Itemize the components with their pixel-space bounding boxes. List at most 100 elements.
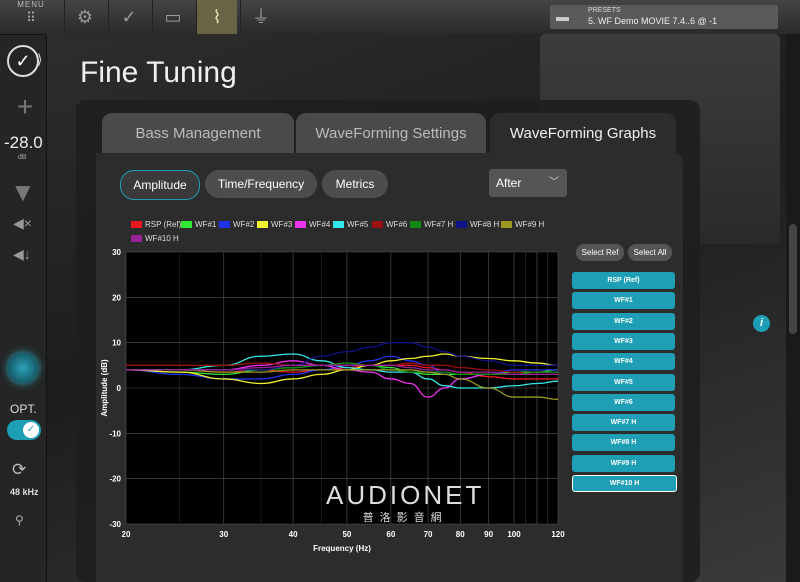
watermark-line1: AUDIONET [326, 480, 485, 510]
legend-item: WF#5 [333, 220, 368, 229]
channel-button[interactable]: WF#6 [572, 393, 675, 411]
x-tick-label: 70 [424, 530, 433, 539]
legend-label: WF#5 [347, 220, 369, 229]
channel-button[interactable]: WF#1 [572, 292, 675, 310]
tab-bass-management[interactable]: Bass Management [102, 113, 294, 155]
x-tick-label: 60 [386, 530, 395, 539]
legend-label: RSP (Ref) [145, 220, 182, 229]
legend-item: WF#2 [219, 220, 254, 229]
legend-swatch [501, 221, 512, 229]
volume-value: -28.0 [4, 133, 43, 152]
sync-icon: ⟳ [12, 460, 27, 479]
graph-icon[interactable]: ⌇ [196, 0, 237, 34]
select-ref-button[interactable]: Select Ref [576, 244, 624, 261]
channel-button[interactable]: WF#9 H [572, 454, 675, 472]
amplitude-button[interactable]: Amplitude [120, 170, 200, 200]
legend-label: WF#9 H [515, 220, 545, 229]
legend-item: WF#1 [181, 220, 216, 229]
volume-unit: dB [18, 154, 27, 161]
x-tick-label: 100 [507, 530, 521, 539]
legend-label: WF#2 [233, 220, 255, 229]
check-icon[interactable]: ✓ [108, 0, 149, 34]
watermark-line2: 普洛影音網 [362, 512, 448, 524]
menu-button[interactable]: MENU ⠿ [0, 0, 62, 34]
check-icon: ✓ [23, 422, 39, 438]
legend-swatch [372, 221, 383, 229]
menu-label: MENU [17, 0, 45, 9]
legend-item: WF#3 [257, 220, 292, 229]
x-tick-label: 80 [456, 530, 465, 539]
legend-item: WF#6 [372, 220, 407, 229]
legend-swatch [410, 221, 421, 229]
channel-button[interactable]: WF#3 [572, 332, 675, 350]
tab-waveforming-settings[interactable]: WaveForming Settings [296, 113, 486, 155]
legend-swatch [131, 221, 142, 229]
logo-icon[interactable]: ✓ [7, 45, 39, 77]
legend-swatch [219, 221, 230, 229]
select-all-button[interactable]: Select All [628, 244, 672, 261]
x-tick-label: 20 [122, 530, 131, 539]
channel-button[interactable]: RSP (Ref) [572, 272, 675, 289]
y-tick-label: -30 [109, 520, 121, 529]
page-title: Fine Tuning [80, 56, 237, 89]
presets-label: PRESETS [588, 7, 621, 14]
input-label: OPT. [10, 402, 37, 416]
legend-label: WF#1 [195, 220, 217, 229]
sample-rate: 48 kHz [10, 487, 39, 497]
gear-icon[interactable]: ⚙ [64, 0, 105, 34]
scrollbar[interactable] [786, 34, 800, 582]
antenna-icon: ⚲ [15, 513, 24, 527]
left-sidebar: ✓ ⟩ + -28.0 dB ▼ ◀× ◀↓ OPT. ✓ ⟳ 48 kHz ⚲ [0, 35, 47, 582]
y-tick-label: 0 [117, 384, 122, 393]
folder-icon: ▬ [556, 9, 569, 24]
legend-swatch [456, 221, 467, 229]
preset-name: 5. WF Demo MOVIE 7.4..6 @ -1 [588, 16, 718, 26]
x-tick-label: 120 [551, 530, 565, 539]
y-tick-label: -10 [109, 429, 121, 438]
y-tick-label: 30 [112, 248, 121, 257]
y-tick-label: 20 [112, 293, 121, 302]
channel-button[interactable]: WF#5 [572, 373, 675, 391]
y-tick-label: 10 [112, 339, 121, 348]
top-toolbar: MENU ⠿ ⚙ ✓ ▭ ⌇ ⏚ ▬ PRESETS 5. WF Demo MO… [0, 0, 800, 35]
volume-down-button[interactable]: ▼ [10, 177, 36, 208]
presets-selector[interactable]: ▬ PRESETS 5. WF Demo MOVIE 7.4..6 @ -1 [550, 5, 778, 29]
chevron-right-icon[interactable]: ⟩ [37, 51, 42, 68]
legend-item: WF#8 H [456, 220, 499, 229]
view-select-value: After [496, 176, 522, 190]
legend-label: WF#8 H [470, 220, 500, 229]
x-tick-label: 30 [219, 530, 228, 539]
channel-button[interactable]: WF#2 [572, 312, 675, 330]
view-select[interactable]: After ﹀ [489, 169, 567, 197]
grid-icon: ⠿ [26, 10, 36, 25]
x-tick-label: 40 [289, 530, 298, 539]
tab-waveforming-graphs[interactable]: WaveForming Graphs [490, 113, 676, 155]
chevron-down-icon: ﹀ [549, 177, 559, 188]
legend-swatch [257, 221, 268, 229]
legend-swatch [333, 221, 344, 229]
legend-label: WF#6 [386, 220, 408, 229]
x-axis-label: Frequency (Hz) [313, 544, 371, 553]
time-frequency-button[interactable]: Time/Frequency [205, 170, 317, 198]
adapter-icon[interactable]: ⏚ [240, 0, 281, 34]
metrics-button[interactable]: Metrics [322, 170, 388, 198]
input-toggle[interactable]: ✓ [7, 420, 41, 440]
display-icon[interactable]: ▭ [152, 0, 193, 34]
dim-icon[interactable]: ◀↓ [13, 246, 31, 263]
channel-button[interactable]: WF#10 H [572, 475, 677, 492]
legend-swatch [181, 221, 192, 229]
legend-swatch [295, 221, 306, 229]
mute-icon[interactable]: ◀× [13, 215, 32, 232]
y-tick-label: -20 [109, 475, 121, 484]
volume-up-button[interactable]: + [10, 93, 40, 121]
input-knob-icon[interactable] [8, 353, 38, 383]
info-icon[interactable]: i [753, 315, 770, 332]
scrollbar-thumb[interactable] [789, 224, 797, 334]
channel-button[interactable]: WF#8 H [572, 434, 675, 452]
legend-item: WF#4 [295, 220, 330, 229]
legend-label: WF#3 [271, 220, 293, 229]
channel-button[interactable]: WF#7 H [572, 414, 675, 432]
legend-item: WF#9 H [501, 220, 544, 229]
channel-button[interactable]: WF#4 [572, 353, 675, 371]
legend-label: WF#7 H [424, 220, 454, 229]
